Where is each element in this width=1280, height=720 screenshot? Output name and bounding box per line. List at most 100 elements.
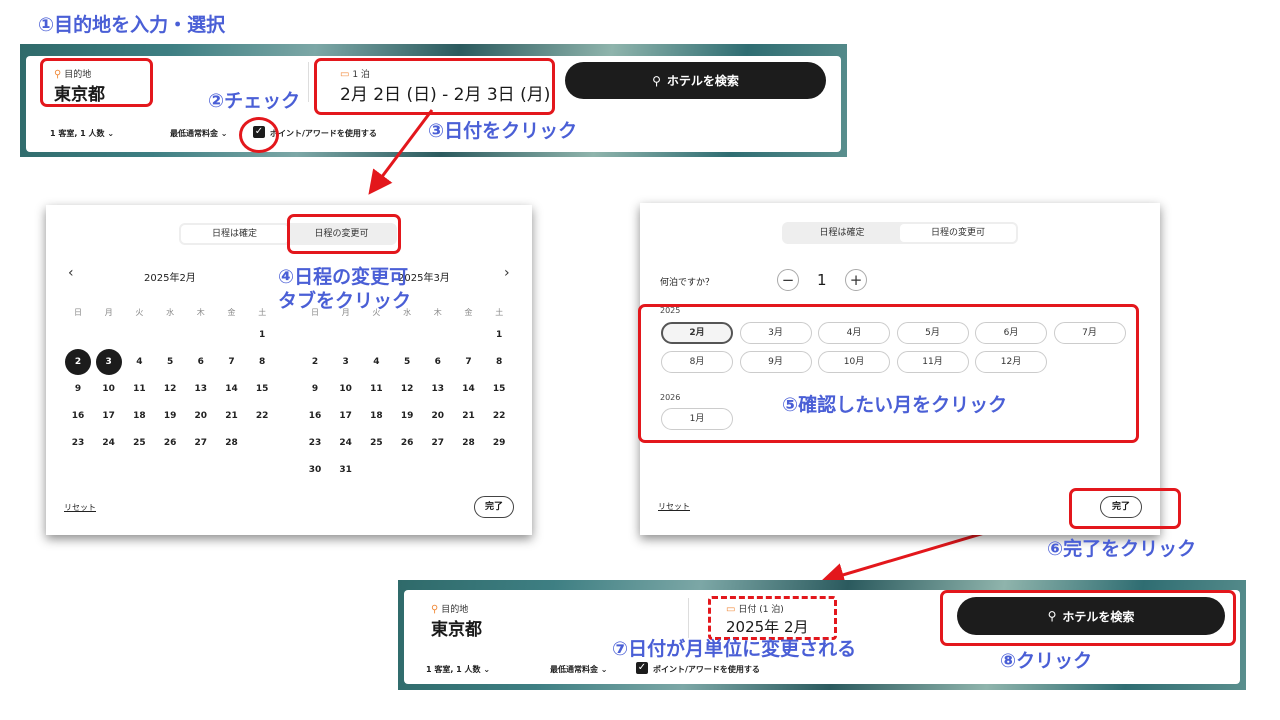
calendar-day[interactable]: 5 [394,349,420,375]
calendar-day[interactable]: 31 [333,457,359,483]
calendar-day[interactable]: 12 [394,376,420,402]
destination-value[interactable]: 東京都 [431,615,482,640]
calendar-day[interactable]: 23 [302,430,328,456]
nights-question: 何泊ですか？ [660,278,715,288]
calendar-day[interactable]: 26 [157,430,183,456]
calendar-day[interactable]: 18 [126,403,152,429]
rate-select[interactable]: 最低通常料金 ⌄ [550,664,608,675]
calendar-day[interactable]: 17 [96,403,122,429]
weekday-label: 日 [74,308,82,317]
calendar-day[interactable]: 13 [425,376,451,402]
nights-value: 1 [817,271,827,289]
calendar-day[interactable]: 15 [486,376,512,402]
plus-button[interactable]: + [845,269,867,291]
calendar-day[interactable]: 28 [456,430,482,456]
calendar-day[interactable]: 12 [157,376,183,402]
weekday-label: 火 [135,308,144,317]
calendar-day[interactable]: 3 [95,349,122,375]
weekday-label: 木 [196,308,205,317]
calendar-day[interactable]: 2 [302,349,328,375]
weekday-label: 土 [495,308,504,317]
calendar-day[interactable]: 17 [333,403,359,429]
calendar-day[interactable]: 2 [65,349,91,375]
tab-fixed[interactable]: 日程は確定 [181,225,288,243]
points-label: ポイント/アワードを使用する [653,665,760,674]
calendar-day[interactable]: 26 [394,430,420,456]
calendar-day[interactable]: 11 [126,376,152,402]
calendar-day[interactable]: 19 [157,403,183,429]
calendar-day[interactable]: 16 [65,403,91,429]
calendar-day[interactable]: 9 [302,376,328,402]
step7-annotation: ⑦日付が月単位に変更される [612,638,857,660]
calendar-day[interactable]: 24 [333,430,359,456]
points-checkbox[interactable]: ✓ [636,662,648,674]
calendar-day[interactable]: 25 [363,430,389,456]
minus-button[interactable]: − [777,269,799,291]
calendar-day[interactable]: 5 [157,349,183,375]
tab-fixed[interactable]: 日程は確定 [784,224,900,242]
chevron-right-icon[interactable]: › [504,265,510,281]
calendar-day[interactable]: 14 [456,376,482,402]
calendar-day[interactable]: 16 [302,403,328,429]
calendar-panel: 日程は確定 日程の変更可 ‹ 2025年2月 2025年3月 › 日月火水木金土… [46,205,532,535]
calendar-day[interactable]: 18 [363,403,389,429]
location-pin-icon: ⚲ [431,604,439,615]
step4-annotation-line2: タブをクリック [278,290,412,312]
calendar-day[interactable]: 20 [188,403,214,429]
calendar-day[interactable]: 24 [96,430,122,456]
calendar-day[interactable]: 21 [219,403,245,429]
calendar-day[interactable]: 1 [486,322,512,348]
calendar-day[interactable]: 7 [456,349,482,375]
step6-annotation: ⑥完了をクリック [1047,538,1197,560]
calendar-day[interactable]: 19 [394,403,420,429]
calendar-day[interactable]: 27 [188,430,214,456]
tab-flexible[interactable]: 日程の変更可 [900,224,1016,242]
calendar-day[interactable]: 28 [219,430,245,456]
weekday-label: 木 [433,308,442,317]
reset-link[interactable]: リセット [64,502,96,513]
calendar-day[interactable]: 22 [486,403,512,429]
highlight-flexible-tab [287,214,401,254]
step4-annotation-line1: ④日程の変更可 [278,266,409,288]
done-button[interactable]: 完了 [474,496,514,518]
weekday-label: 金 [227,308,236,317]
chevron-left-icon[interactable]: ‹ [68,265,74,281]
calendar-day[interactable]: 27 [425,430,451,456]
calendar-day[interactable]: 10 [96,376,122,402]
calendar-day[interactable]: 1 [249,322,275,348]
calendar-day[interactable]: 20 [425,403,451,429]
highlight-months [638,304,1139,443]
weekday-label: 月 [104,308,113,317]
step8-annotation: ⑧クリック [1000,650,1093,672]
calendar-day[interactable]: 6 [425,349,451,375]
calendar-day[interactable]: 4 [126,349,152,375]
calendar-day[interactable]: 30 [302,457,328,483]
calendar-day[interactable]: 8 [486,349,512,375]
chevron-down-icon: ⌄ [600,665,608,674]
calendar-day[interactable]: 22 [249,403,275,429]
guests-select[interactable]: 1 客室, 1 人数 ⌄ [426,664,490,675]
divider [688,598,689,638]
calendar-day[interactable]: 21 [456,403,482,429]
chevron-down-icon: ⌄ [483,665,491,674]
calendar-day[interactable]: 11 [363,376,389,402]
highlight-done [1069,488,1181,529]
calendar-day[interactable]: 23 [65,430,91,456]
calendar-day[interactable]: 15 [249,376,275,402]
calendar-day[interactable]: 3 [333,349,359,375]
reset-link[interactable]: リセット [658,501,690,512]
calendar-day[interactable]: 8 [249,349,275,375]
destination-label: ⚲ 目的地 [431,604,469,615]
calendar-day[interactable]: 25 [126,430,152,456]
calendar-day[interactable]: 10 [333,376,359,402]
calendar-day[interactable]: 9 [65,376,91,402]
month-left-title: 2025年2月 [144,273,196,284]
calendar-day[interactable]: 4 [363,349,389,375]
calendar-day[interactable]: 13 [188,376,214,402]
weekday-label: 金 [464,308,473,317]
calendar-day[interactable]: 29 [486,430,512,456]
calendar-day[interactable]: 6 [188,349,214,375]
weekday-label: 土 [258,308,267,317]
calendar-day[interactable]: 14 [219,376,245,402]
calendar-day[interactable]: 7 [219,349,245,375]
